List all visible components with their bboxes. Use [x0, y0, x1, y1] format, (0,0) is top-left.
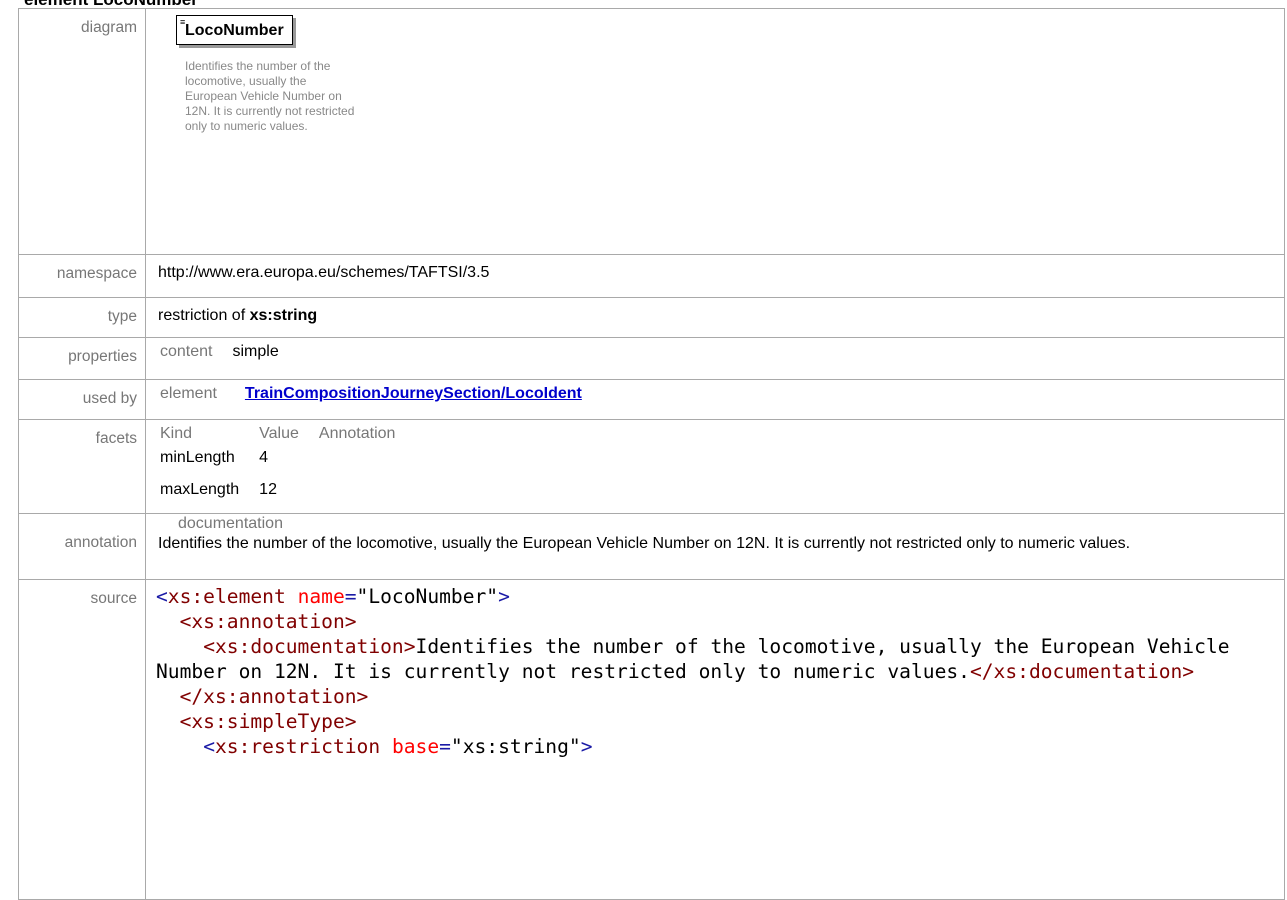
type-row: type restriction of xs:string	[18, 297, 1285, 338]
source-code: <xs:element name="LocoNumber"> <xs:annot…	[156, 584, 1272, 759]
facet-value: 4	[259, 449, 269, 466]
namespace-value: http://www.era.europa.eu/schemes/TAFTSI/…	[145, 254, 1285, 298]
properties-label: properties	[18, 337, 146, 380]
used-by-label: used by	[18, 379, 146, 420]
facets-row: facets Kind Value Annotation minLength 4…	[18, 419, 1285, 514]
properties-value: content simple	[145, 337, 1285, 380]
facet-header-value: Value	[259, 425, 299, 442]
facet-header-kind: Kind	[160, 425, 193, 442]
code-punct: <	[156, 585, 168, 608]
code-attr: name	[297, 585, 345, 608]
lines-icon: ≡	[180, 17, 186, 27]
element-diagram-box[interactable]: ≡ LocoNumber	[176, 15, 293, 45]
code-attr-value: "LocoNumber"	[356, 585, 499, 608]
annotation-header: documentation	[178, 515, 283, 532]
code-line: <xs:annotation>	[156, 610, 357, 633]
source-row: source <xs:element name="LocoNumber"> <x…	[18, 579, 1285, 900]
code-tag: xs:restriction	[214, 735, 381, 758]
annotation-value: documentation Identifies the number of t…	[145, 513, 1285, 580]
diagram-cell: ≡ LocoNumber Identifies the number of th…	[145, 8, 1285, 255]
type-value: restriction of xs:string	[145, 297, 1285, 338]
diagram-label: diagram	[18, 8, 146, 255]
facets-table: Kind Value Annotation minLength 4 maxLen…	[158, 423, 415, 513]
used-by-value: element TrainCompositionJourneySection/L…	[145, 379, 1285, 420]
diagram-documentation: Identifies the number of the locomotive,…	[185, 59, 355, 133]
code-attr: base	[391, 735, 440, 758]
property-value: simple	[232, 343, 279, 360]
code-punct: >	[580, 735, 593, 758]
diagram-element-name: LocoNumber	[185, 22, 284, 39]
facets-value: Kind Value Annotation minLength 4 maxLen…	[145, 419, 1285, 514]
code-attr-value: "xs:string"	[450, 735, 581, 758]
code-line: <xs:simpleType>	[156, 710, 357, 733]
code-tag: </xs:documentation>	[969, 660, 1195, 683]
properties-row: properties content simple	[18, 337, 1285, 380]
facet-kind: maxLength	[160, 481, 240, 498]
code-punct: =	[439, 735, 451, 758]
namespace-row: namespace http://www.era.europa.eu/schem…	[18, 254, 1285, 298]
facets-label: facets	[18, 419, 146, 514]
diagram-row: diagram ≡ LocoNumber Identifies the numb…	[18, 8, 1285, 255]
used-by-link[interactable]: TrainCompositionJourneySection/LocoIdent	[245, 385, 582, 402]
source-label: source	[18, 579, 146, 900]
facet-value: 12	[259, 481, 277, 498]
code-line: </xs:annotation>	[156, 685, 369, 708]
used-by-kind: element	[160, 385, 217, 402]
code-tag: xs:element	[167, 585, 286, 608]
properties-table: diagram ≡ LocoNumber Identifies the numb…	[18, 8, 1285, 900]
used-by-row: used by element TrainCompositionJourneyS…	[18, 379, 1285, 420]
code-punct: >	[498, 585, 510, 608]
code-punct: <	[156, 735, 215, 758]
type-label: type	[18, 297, 146, 338]
annotation-text: Identifies the number of the locomotive,…	[158, 535, 1131, 552]
code-punct: =	[344, 585, 357, 608]
property-key: content	[160, 343, 213, 360]
annotation-row: annotation documentation Identifies the …	[18, 513, 1285, 580]
source-value: <xs:element name="LocoNumber"> <xs:annot…	[145, 579, 1285, 900]
type-prefix: restriction of	[158, 307, 246, 324]
namespace-label: namespace	[18, 254, 146, 298]
type-base: xs:string	[249, 307, 318, 324]
facet-kind: minLength	[160, 449, 235, 466]
code-tag: <xs:documentation>	[156, 635, 416, 658]
facet-header-annotation: Annotation	[318, 425, 396, 442]
annotation-label: annotation	[18, 513, 146, 580]
